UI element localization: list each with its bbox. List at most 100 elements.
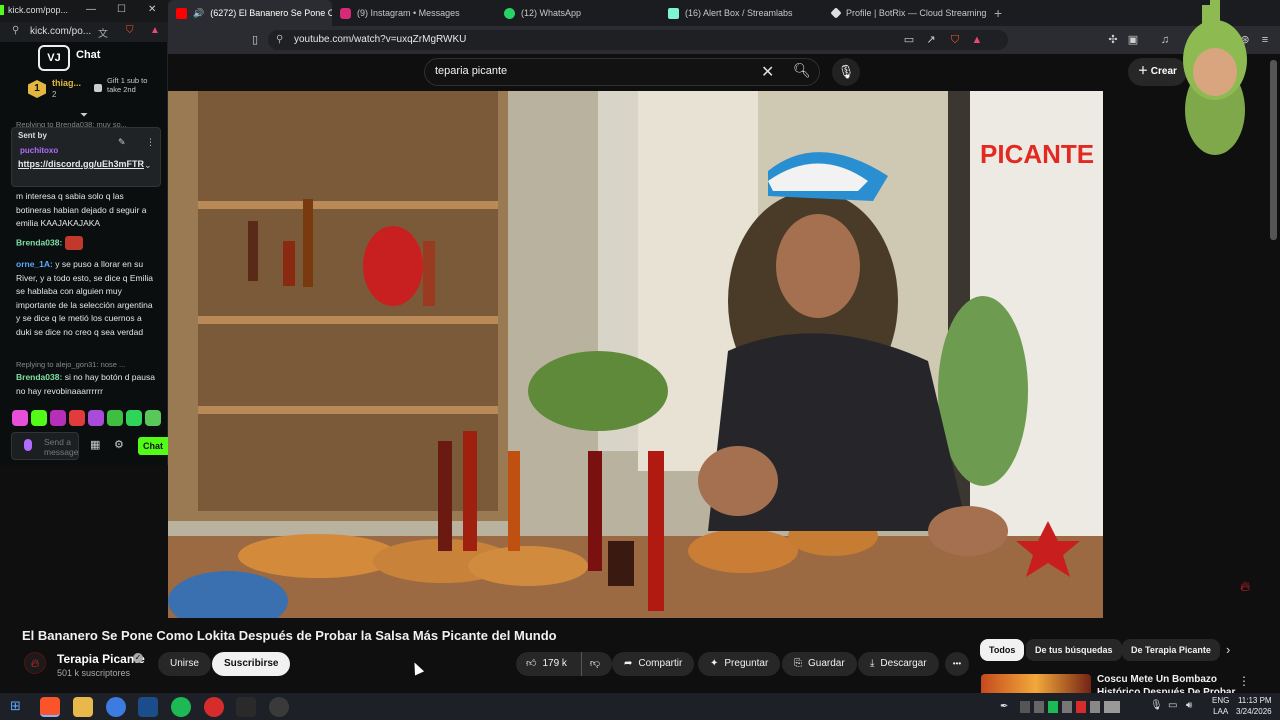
music-icon[interactable]: ♫ <box>1158 33 1172 47</box>
tab-whatsapp[interactable]: (12) WhatsApp <box>496 0 660 26</box>
chip-from-searches[interactable]: De tus búsquedas <box>1026 639 1122 661</box>
chip-from-channel[interactable]: De Terapia Picante <box>1122 639 1220 661</box>
save-button[interactable]: ⎘ Guardar <box>782 652 857 676</box>
search-box[interactable]: teparia picante ✕ 🔍︎ <box>424 58 820 86</box>
taskbar-clock[interactable]: 11:13 PM 3/24/2026 <box>1236 695 1272 717</box>
emote-icon[interactable] <box>31 410 47 426</box>
pin-icon[interactable]: ✎ <box>118 137 126 148</box>
clear-search-icon[interactable]: ✕ <box>761 62 774 82</box>
language-code: ENG <box>1212 696 1230 705</box>
chip-all[interactable]: Todos <box>980 639 1025 661</box>
chat-input[interactable]: Send a message <box>11 432 79 460</box>
spotify-icon[interactable] <box>171 697 191 717</box>
chat-username[interactable]: Brenda038: <box>16 237 62 247</box>
botrix-icon <box>830 7 842 19</box>
windows-start-icon[interactable]: ⊞ <box>10 699 23 712</box>
epic-games-icon[interactable] <box>236 697 256 717</box>
tab-youtube[interactable]: 🔊 (6272) El Bananero Se Pone C ✕ <box>168 0 332 26</box>
obs-icon[interactable] <box>269 697 289 717</box>
emote-icon[interactable] <box>107 410 123 426</box>
send-chat-button[interactable]: Chat <box>138 437 168 455</box>
brave-shield-icon[interactable]: ⛉ <box>948 33 962 47</box>
emote-icon[interactable] <box>12 410 28 426</box>
url-field[interactable]: ⚲ youtube.com/watch?v=uxqZrMgRWKU <box>268 30 1008 50</box>
more-actions-button[interactable]: ••• <box>945 652 969 676</box>
sidebar-icon[interactable]: ▣ <box>1126 33 1140 47</box>
create-button[interactable]: ＋ Crear <box>1128 58 1187 86</box>
tab-botrix[interactable]: Profile | BotRix — Cloud Streaming B <box>824 0 988 26</box>
maximize-icon[interactable]: ☐ <box>117 4 126 15</box>
mic-icon[interactable]: 🎙︎ <box>1150 700 1163 711</box>
emote-icon[interactable] <box>145 410 161 426</box>
gear-icon[interactable]: ⚙ <box>114 438 124 451</box>
menu-icon[interactable]: ≡ <box>1258 33 1272 47</box>
emote-icon[interactable] <box>88 410 104 426</box>
chevron-down-icon[interactable]: ⌄ <box>144 160 152 171</box>
new-tab-button[interactable]: + <box>988 5 1008 21</box>
app-icon[interactable] <box>204 697 224 717</box>
pinned-user[interactable]: puchitoxo <box>20 146 58 155</box>
search-icon[interactable]: 🔍︎ <box>793 62 811 79</box>
chrome-icon[interactable] <box>106 697 126 717</box>
reply-context: Replying to alejo_gon31: nose ... <box>16 360 126 369</box>
language-indicator[interactable]: ENG LAA <box>1212 695 1229 717</box>
cast-icon[interactable]: ▭ <box>902 33 916 47</box>
brave-shield-icon[interactable]: ⛉ <box>126 25 134 36</box>
site-info-icon[interactable]: ⚲ <box>12 25 19 36</box>
chevron-right-icon[interactable]: › <box>1226 642 1230 657</box>
download-button[interactable]: ⤓ Descargar <box>858 652 939 676</box>
chat-username[interactable]: Brenda038: <box>16 372 62 382</box>
volume-icon[interactable]: 🔊︎ <box>1186 700 1192 711</box>
more-vert-icon[interactable]: ⋮ <box>146 137 155 148</box>
recommendation-title[interactable]: Coscu Mete Un Bombazo Histórico Después … <box>1097 673 1237 695</box>
share-button[interactable]: ➦ Compartir <box>612 652 695 676</box>
steam-icon[interactable] <box>138 697 158 717</box>
speaker-icon[interactable]: 🔊 <box>193 8 204 19</box>
site-info-icon[interactable]: ⚲ <box>276 30 283 50</box>
save-label: Guardar <box>808 658 845 669</box>
emote-icon[interactable] <box>50 410 66 426</box>
chat-username[interactable]: orne_1A: <box>16 259 53 269</box>
gifter-name[interactable]: thiag... <box>52 78 81 88</box>
video-player[interactable]: PICANTE <box>168 91 1103 618</box>
more-vert-icon[interactable]: ⋮ <box>1238 674 1250 688</box>
bookmark-icon[interactable]: ▯ <box>248 33 262 47</box>
extensions-icon[interactable]: ✣ <box>1106 33 1120 47</box>
emote-icon[interactable] <box>126 410 142 426</box>
search-input[interactable]: teparia picante <box>435 65 507 77</box>
tab-label: (12) WhatsApp <box>521 8 582 18</box>
translate-icon[interactable]: 文 <box>98 25 108 40</box>
dislike-icon[interactable]: 👎︎ <box>580 652 600 676</box>
recommendation-thumbnail[interactable] <box>981 674 1091 694</box>
file-explorer-icon[interactable] <box>73 697 93 717</box>
system-tray-icons[interactable] <box>1020 701 1120 713</box>
share-icon[interactable]: ↗ <box>924 33 938 47</box>
mic-icon[interactable] <box>24 439 32 451</box>
page-scrollbar[interactable] <box>1270 60 1277 240</box>
ask-button[interactable]: ✦ Preguntar <box>698 652 781 676</box>
voice-search-icon[interactable]: 🎙︎ <box>832 58 860 86</box>
pinned-message: Sent by puchitoxo https://discord.gg/uEh… <box>11 127 161 187</box>
emote-icon[interactable] <box>69 410 85 426</box>
like-count[interactable]: 179 k <box>542 652 566 676</box>
brave-icon[interactable] <box>40 697 60 717</box>
minimize-icon[interactable]: — <box>86 4 96 15</box>
pen-icon[interactable]: ✒ <box>1000 701 1008 712</box>
brave-rewards-icon[interactable]: ▲ <box>150 25 160 36</box>
close-icon[interactable]: ✕ <box>148 4 156 15</box>
like-icon[interactable]: 👍︎ <box>526 652 536 676</box>
kick-url[interactable]: kick.com/po... <box>30 26 91 37</box>
network-icon[interactable]: ▭ <box>1168 700 1177 711</box>
tab-streamlabs[interactable]: (16) Alert Box / Streamlabs <box>660 0 824 26</box>
tab-instagram[interactable]: (9) Instagram • Messages <box>332 0 496 26</box>
brave-rewards-icon[interactable]: ▲ <box>970 33 984 47</box>
join-button[interactable]: Unirse <box>158 652 211 676</box>
channel-name[interactable]: Terapia Picante <box>57 652 145 666</box>
keyboard-layout: LAA <box>1213 707 1229 716</box>
pinned-link[interactable]: https://discord.gg/uEh3mFTR <box>18 158 144 171</box>
chat-message: Brenda038: <box>16 236 156 250</box>
store-icon[interactable]: ▦ <box>90 438 100 451</box>
emote-bar <box>12 410 162 426</box>
channel-avatar[interactable]: 🔥︎ <box>24 652 46 674</box>
subscribe-button[interactable]: Suscribirse <box>212 652 291 676</box>
